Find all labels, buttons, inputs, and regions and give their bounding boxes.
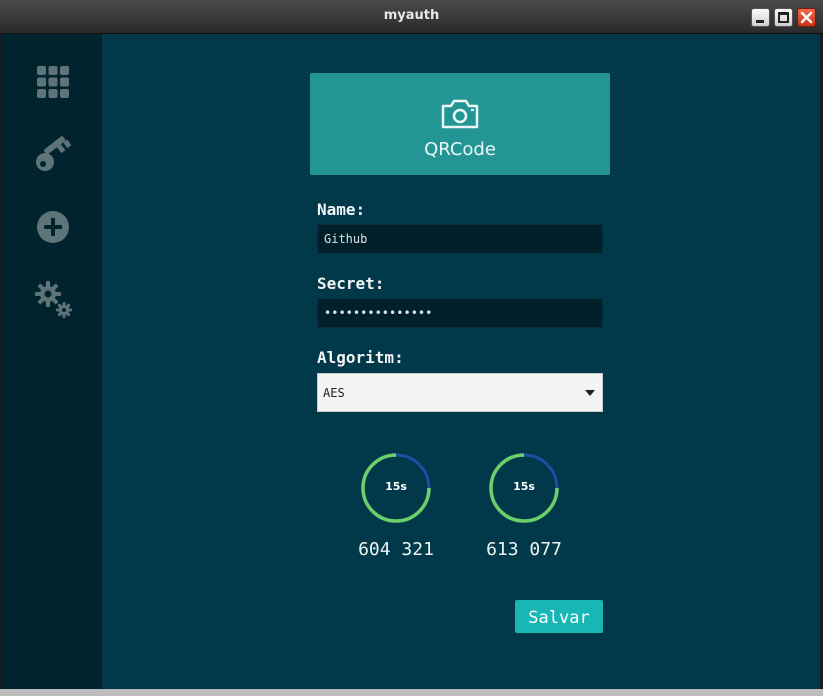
camera-icon (441, 99, 479, 129)
minimize-button[interactable] (751, 8, 770, 27)
window-title: myauth (383, 8, 440, 23)
token-timer: 15s (359, 451, 433, 525)
close-button[interactable] (797, 8, 816, 27)
save-button[interactable]: Salvar (515, 600, 603, 633)
close-icon (800, 11, 813, 24)
main-panel: QRCode Name: Github Secret: ••••••••••••… (102, 34, 820, 689)
name-label: Name: (317, 200, 366, 219)
grid-icon (37, 66, 69, 98)
secret-label: Secret: (317, 274, 385, 293)
algorithm-selected-value: AES (323, 386, 345, 400)
secret-input[interactable]: ••••••••••••••• (317, 298, 603, 328)
maximize-button[interactable] (774, 8, 793, 27)
algorithm-label: Algoritm: (317, 348, 404, 367)
name-input[interactable]: Github (317, 224, 603, 254)
title-bar[interactable]: myauth (0, 0, 823, 34)
timer-seconds: 15s (513, 480, 535, 493)
qrcode-button[interactable]: QRCode (310, 73, 610, 175)
sidebar-item-accounts[interactable] (35, 64, 75, 104)
chevron-down-icon (585, 390, 595, 396)
token-code[interactable]: 604 321 (341, 539, 451, 560)
sidebar-item-add[interactable] (35, 209, 75, 249)
sidebar-item-keys[interactable] (35, 136, 75, 176)
key-icon (36, 136, 72, 171)
algorithm-select[interactable]: AES (317, 373, 603, 412)
app-window: myauth QRCode Name: Github Secret: •••••… (0, 0, 823, 696)
gears-icon (35, 281, 72, 318)
qrcode-label: QRCode (424, 139, 496, 160)
timer-seconds: 15s (385, 480, 407, 493)
window-bottom-border (0, 689, 823, 696)
plus-circle-icon (37, 211, 69, 243)
token-timer: 15s (487, 451, 561, 525)
sidebar (2, 34, 102, 689)
token-code[interactable]: 613 077 (469, 539, 579, 560)
sidebar-item-settings[interactable] (35, 280, 75, 320)
